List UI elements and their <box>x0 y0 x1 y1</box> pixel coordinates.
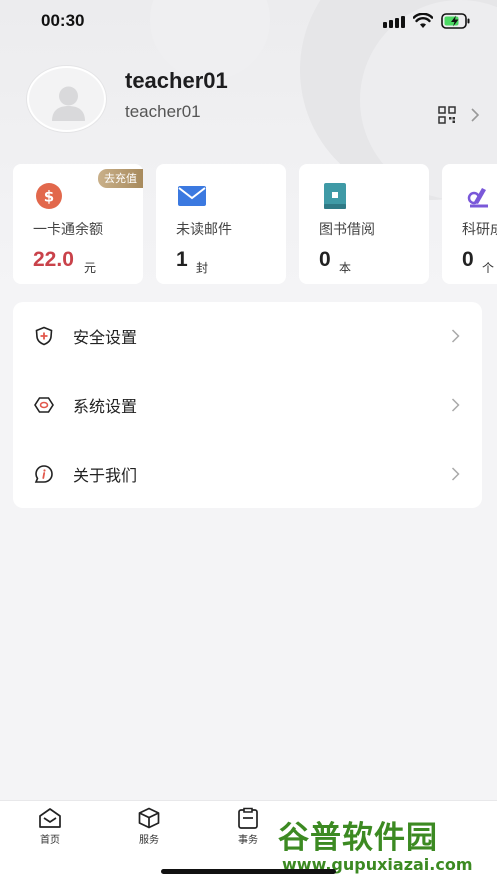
card-unit: 个 <box>482 261 495 275</box>
card-value: 0 <box>462 248 474 271</box>
svg-text:$: $ <box>44 188 54 206</box>
card-value: 22.0 <box>33 248 74 271</box>
cube-icon <box>138 807 160 829</box>
card-label: 一卡通余额 <box>33 222 103 238</box>
book-icon <box>324 183 346 209</box>
microscope-icon <box>467 188 488 208</box>
card-unit: 元 <box>84 261 97 275</box>
shield-icon <box>35 326 53 346</box>
setting-label: 系统设置 <box>73 397 138 416</box>
settings-list: 安全设置 系统设置 关于我们 <box>13 302 482 508</box>
card-unread-mail[interactable]: 未读邮件 1 封 <box>156 164 286 284</box>
card-unit: 封 <box>196 261 209 275</box>
card-value: 0 <box>319 248 331 271</box>
system-settings-row[interactable]: 系统设置 <box>13 371 482 439</box>
chevron-right-icon <box>451 467 460 481</box>
chevron-right-icon[interactable] <box>470 108 480 122</box>
stat-cards: $ 去充值 一卡通余额 22.0 元 未读邮件 1 封 图书借阅 0 本 科研成 <box>0 164 497 284</box>
wifi-icon <box>413 13 433 28</box>
watermark-title: 谷普软件园 <box>278 820 438 856</box>
clipboard-icon <box>238 807 258 829</box>
envelope-icon <box>178 186 206 206</box>
chevron-right-icon <box>451 329 460 343</box>
card-label: 未读邮件 <box>176 222 232 238</box>
card-label: 图书借阅 <box>319 222 375 238</box>
status-time: 00:30 <box>41 11 85 30</box>
card-research[interactable]: 科研成 0 个 <box>442 164 497 284</box>
setting-label: 关于我们 <box>73 466 138 485</box>
avatar[interactable] <box>27 66 106 132</box>
about-us-row[interactable]: 关于我们 <box>13 440 482 508</box>
info-bubble-icon <box>34 465 53 483</box>
home-indicator[interactable] <box>161 869 336 874</box>
tab-home[interactable]: 首页 <box>20 807 80 847</box>
card-library[interactable]: 图书借阅 0 本 <box>299 164 429 284</box>
battery-icon <box>441 13 470 29</box>
username: teacher01 <box>125 68 228 93</box>
recharge-badge[interactable]: 去充值 <box>98 169 143 188</box>
tab-label: 首页 <box>40 835 60 846</box>
tab-label: 服务 <box>139 835 159 846</box>
tab-label: 事务 <box>238 835 258 846</box>
qr-code-icon[interactable] <box>438 106 456 124</box>
card-card-balance[interactable]: $ 去充值 一卡通余额 22.0 元 <box>13 164 143 284</box>
tab-services[interactable]: 服务 <box>119 807 179 847</box>
security-settings-row[interactable]: 安全设置 <box>13 302 482 370</box>
hexagon-gear-icon <box>34 397 54 413</box>
status-bar: 00:30 <box>0 0 497 44</box>
dollar-coin-icon: $ <box>36 183 62 209</box>
card-label: 科研成 <box>462 222 497 238</box>
card-unit: 本 <box>339 261 352 275</box>
signal-icon <box>383 16 405 28</box>
tab-affairs[interactable]: 事务 <box>218 807 278 847</box>
home-mail-icon <box>39 808 61 828</box>
chevron-right-icon <box>451 398 460 412</box>
setting-label: 安全设置 <box>73 328 138 347</box>
card-value: 1 <box>176 248 188 271</box>
account-id: teacher01 <box>125 102 201 121</box>
